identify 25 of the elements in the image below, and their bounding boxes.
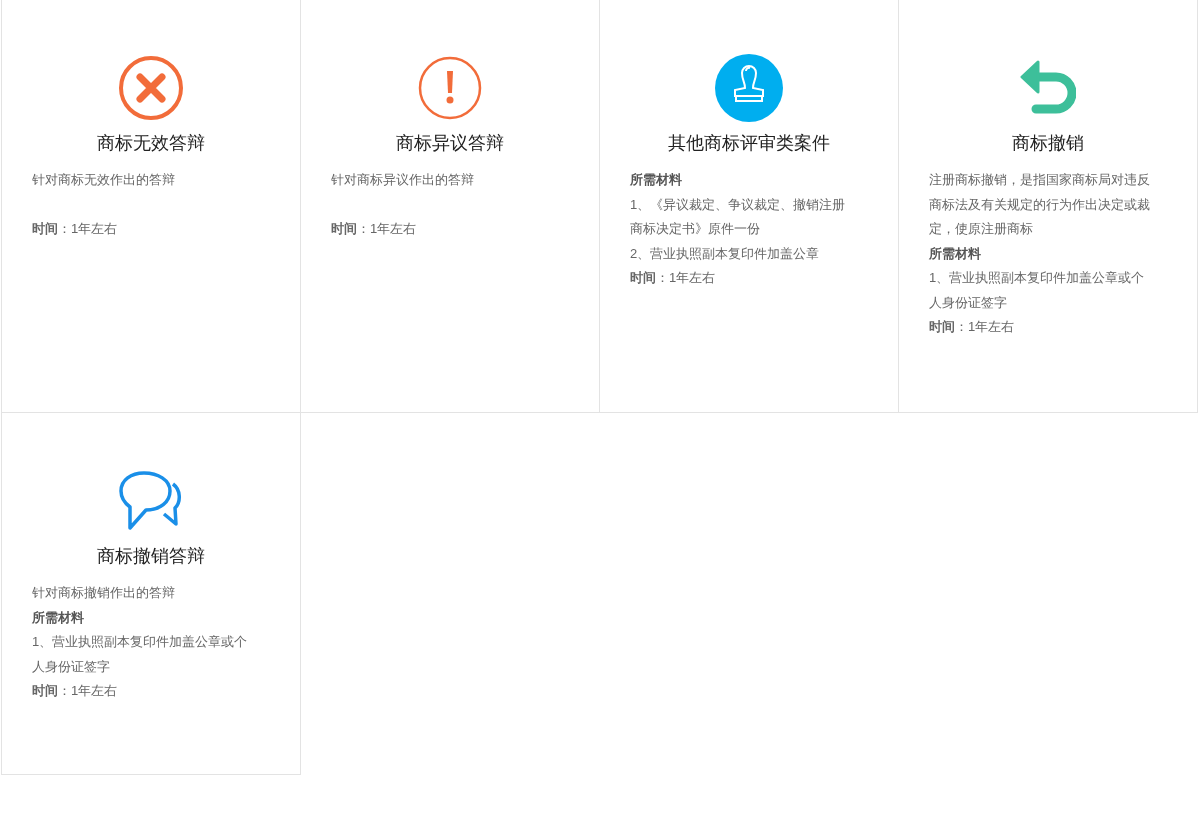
description-text: 1、营业执照副本复印件加盖公章或个人身份证签字 — [32, 633, 249, 676]
section-heading: 所需材料 — [32, 608, 85, 627]
description-text: 针对商标撤销作出的答辩 — [32, 584, 176, 602]
description-text: 时间：1年左右 — [929, 318, 1016, 336]
exclamation-circle-icon — [418, 56, 482, 120]
chat-bubbles-icon — [118, 470, 184, 532]
description-text: 时间：1年左右 — [331, 220, 418, 238]
description-text: 时间：1年左右 — [32, 682, 119, 700]
description-text: 注册商标撤销，是指国家商标局对违反商标法及有关规定的行为作出决定或裁定，使原注册商标 — [929, 171, 1151, 238]
stamp-icon — [715, 54, 783, 122]
card-title: 商标异议答辩 — [396, 132, 504, 155]
card-title: 商标无效答辩 — [97, 132, 205, 155]
description-text: 时间：1年左右 — [630, 269, 717, 287]
description-text: 针对商标异议作出的答辩 — [331, 171, 475, 189]
card-title: 商标撤销答辩 — [97, 545, 205, 568]
description-text: 时间：1年左右 — [32, 220, 119, 238]
section-heading: 所需材料 — [630, 171, 683, 189]
description-text: 2、营业执照副本复印件加盖公章 — [630, 244, 821, 263]
description-text: 1、《异议裁定、争议裁定、撤销注册商标决定书》原件一份 — [630, 195, 847, 238]
description-text: 针对商标无效作出的答辩 — [32, 171, 176, 189]
cross-circle-icon — [118, 55, 184, 121]
description-text: 1、营业执照副本复印件加盖公章或个人身份证签字 — [929, 269, 1146, 312]
section-heading: 所需材料 — [929, 244, 982, 263]
card-title: 其他商标评审类案件 — [668, 132, 830, 155]
card-title: 商标撤销 — [1012, 132, 1084, 155]
